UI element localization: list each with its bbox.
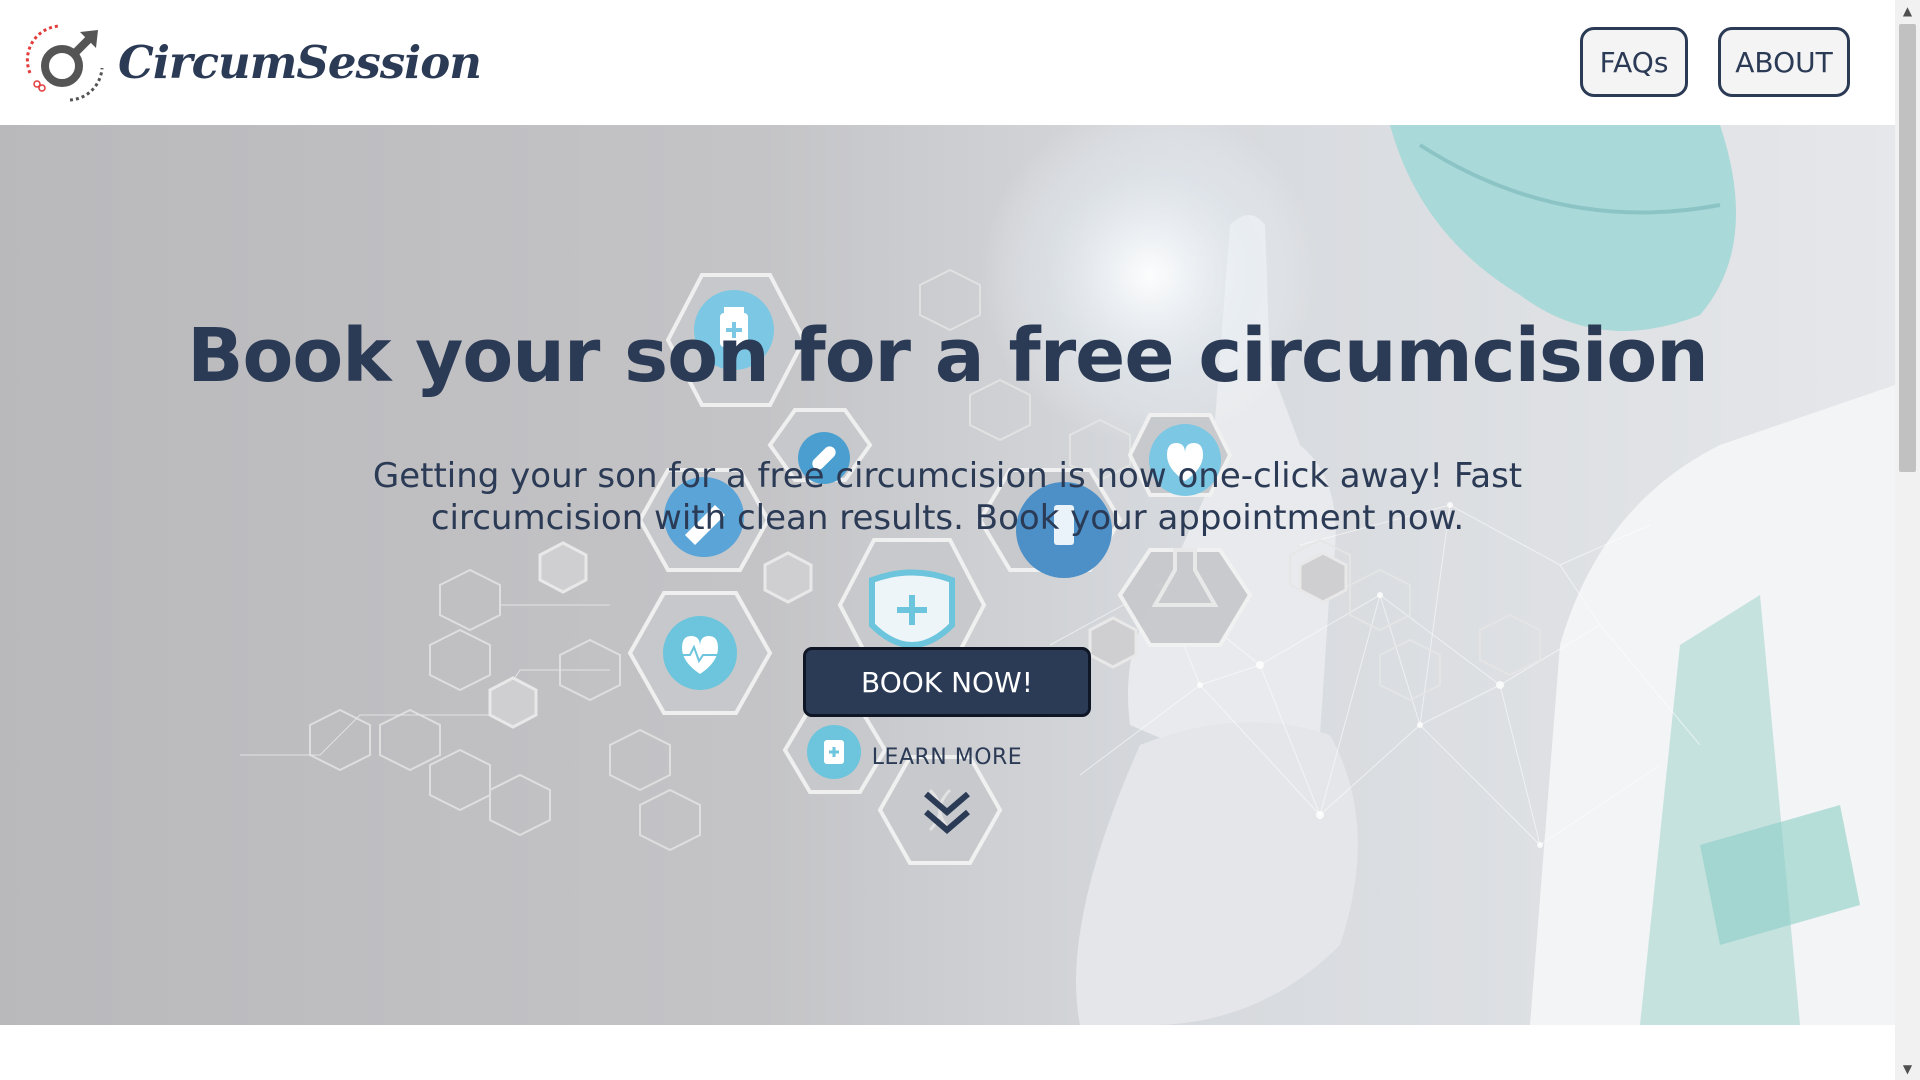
nav-about-button[interactable]: ABOUT (1718, 27, 1850, 97)
hero-background-illustration (240, 125, 1895, 1025)
learn-more-link[interactable]: LEARN MORE (847, 745, 1047, 770)
brand-name: CircumSession (118, 35, 482, 89)
nav-faqs-button[interactable]: FAQs (1580, 27, 1688, 97)
below-fold-section (0, 1025, 1895, 1080)
vertical-scrollbar[interactable]: ▲ ▼ (1895, 0, 1920, 1080)
hero-subtitle: Getting your son for a free circumcision… (372, 456, 1523, 538)
scroll-up-arrow-icon[interactable]: ▲ (1895, 0, 1920, 22)
logo-mark-icon (25, 24, 104, 102)
scrollbar-thumb[interactable] (1899, 24, 1916, 472)
hero-section: Book your son for a free circumcision Ge… (0, 125, 1895, 1025)
hero-title: Book your son for a free circumcision (187, 313, 1709, 399)
logo[interactable]: CircumSession (20, 18, 482, 106)
double-chevron-down-icon[interactable] (922, 790, 972, 836)
scroll-down-arrow-icon[interactable]: ▼ (1895, 1058, 1920, 1080)
book-now-button[interactable]: BOOK NOW! (803, 647, 1091, 717)
site-header: CircumSession FAQs ABOUT (0, 0, 1895, 125)
